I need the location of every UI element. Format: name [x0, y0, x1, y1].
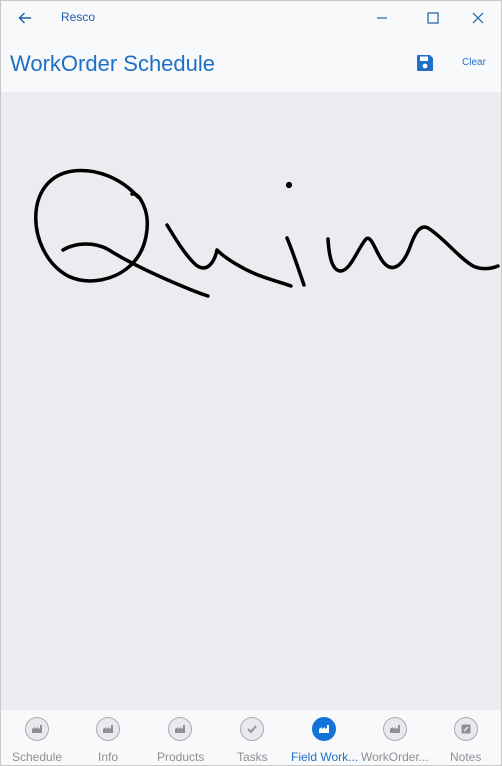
factory-icon	[25, 717, 49, 741]
factory-icon	[312, 717, 336, 741]
tab-tasks[interactable]: Tasks	[216, 710, 288, 765]
factory-icon	[383, 717, 407, 741]
signature-canvas[interactable]	[1, 92, 501, 710]
maximize-icon	[427, 12, 439, 24]
tab-label-products: Products	[157, 750, 205, 764]
tab-products[interactable]: Products	[144, 710, 216, 765]
back-arrow-icon	[18, 12, 31, 24]
tab-label-info: Info	[98, 750, 119, 764]
save-button[interactable]	[413, 51, 437, 75]
signature-stroke-i	[285, 236, 306, 287]
tab-notes[interactable]: Notes	[432, 710, 501, 765]
tab-label-workorder: WorkOrder...	[361, 750, 429, 764]
maximize-button[interactable]	[416, 5, 450, 31]
save-disk-icon	[417, 55, 433, 71]
app-name: Resco	[61, 10, 96, 24]
minimize-button[interactable]	[365, 5, 399, 31]
factory-icon	[96, 717, 120, 741]
note-edit-icon	[454, 717, 478, 741]
tab-field-work[interactable]: Field Work...	[288, 710, 360, 765]
tab-label-schedule: Schedule	[12, 750, 63, 764]
page-header: WorkOrder Schedule Clear	[1, 34, 501, 92]
signature-stroke-m	[326, 225, 500, 273]
tab-schedule[interactable]: Schedule	[1, 710, 72, 765]
app-window: Resco WorkOrder Schedule Clear Schedule …	[0, 0, 502, 766]
title-bar: Resco	[1, 1, 501, 34]
close-icon	[472, 12, 484, 24]
tab-label-notes: Notes	[450, 750, 482, 764]
page-title: WorkOrder Schedule	[10, 51, 216, 76]
close-window-button[interactable]	[461, 5, 495, 31]
bottom-tab-bar: Schedule Info Products Tasks Field Work.…	[1, 710, 501, 765]
tab-workorder[interactable]: WorkOrder...	[360, 710, 432, 765]
checkmark-icon	[240, 717, 264, 741]
factory-icon	[168, 717, 192, 741]
back-button[interactable]	[11, 7, 39, 29]
signature-i-dot	[285, 181, 293, 189]
tab-info[interactable]: Info	[72, 710, 144, 765]
clear-button[interactable]: Clear	[462, 57, 486, 68]
signature-stroke-u	[165, 223, 293, 288]
signature-strokes	[34, 168, 500, 298]
minimize-icon	[377, 17, 387, 19]
tab-label-tasks: Tasks	[237, 750, 268, 764]
signature-stroke-q-loop	[34, 168, 149, 283]
tab-label-field-work: Field Work...	[291, 750, 359, 764]
